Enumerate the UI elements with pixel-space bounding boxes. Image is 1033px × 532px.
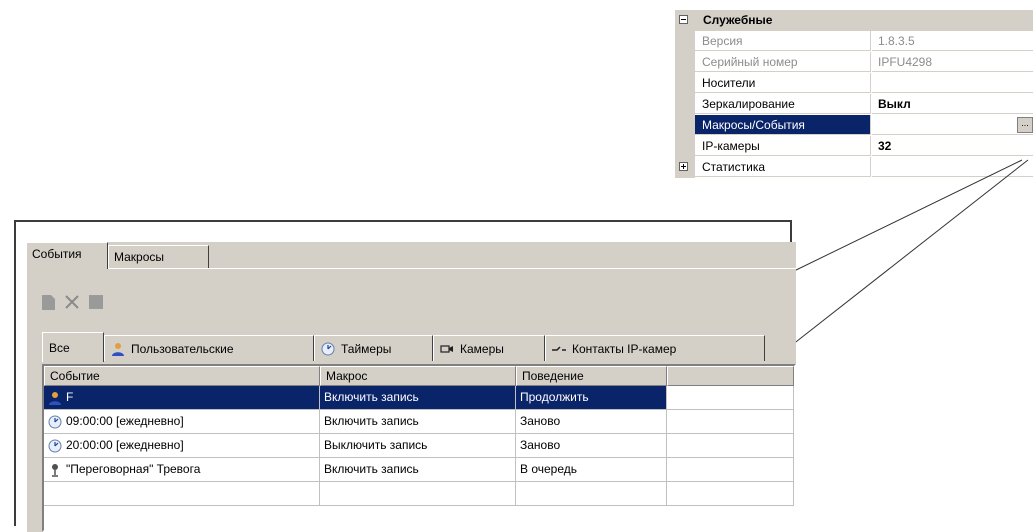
subtab-timers[interactable]: Таймеры xyxy=(314,335,433,361)
table-row[interactable]: "Переговорная" Тревога Включить запись В… xyxy=(44,458,794,482)
subtab-ip-contacts[interactable]: Контакты IP-камер xyxy=(545,335,765,361)
collapse-icon[interactable] xyxy=(679,15,688,24)
event-cell: 20:00:00 [ежедневно] xyxy=(66,438,184,452)
subtab-label: Таймеры xyxy=(341,341,392,356)
macro-cell: Выключить запись xyxy=(324,438,428,452)
property-value: IPFU4298 xyxy=(872,52,1033,72)
subtab-label: Контакты IP-камер xyxy=(572,341,677,356)
behavior-cell: Продолжить xyxy=(520,390,589,404)
clock-icon xyxy=(48,415,62,428)
property-row-serial[interactable]: Серийный номер IPFU4298 xyxy=(675,52,1033,73)
property-value: ... xyxy=(872,115,1033,135)
camera-icon xyxy=(440,344,453,353)
property-row-media[interactable]: Носители xyxy=(675,73,1033,94)
tab-events[interactable]: События xyxy=(26,242,108,269)
property-value: 1.8.3.5 xyxy=(872,31,1033,51)
category-service[interactable]: Служебные xyxy=(675,10,1033,31)
table-row-empty xyxy=(44,482,794,506)
delete-button[interactable] xyxy=(60,290,84,314)
subtab-label: Пользовательские xyxy=(131,341,234,356)
property-row-macros-events[interactable]: Макросы/События ... xyxy=(675,115,1033,136)
column-header-macro[interactable]: Макрос xyxy=(320,366,516,386)
event-cell: "Переговорная" Тревога xyxy=(66,462,201,476)
event-cell: 09:00:00 [ежедневно] xyxy=(66,414,184,428)
behavior-cell: Заново xyxy=(520,438,561,452)
property-name: IP-камеры xyxy=(695,136,871,156)
property-name: Зеркалирование xyxy=(695,94,871,114)
square-icon xyxy=(89,295,103,309)
subtab-all[interactable]: Все xyxy=(42,332,104,362)
property-name: Серийный номер xyxy=(695,52,871,72)
property-row-ip-cameras[interactable]: IP-камеры 32 xyxy=(675,136,1033,157)
property-name: Версия xyxy=(695,31,871,51)
ellipsis-button[interactable]: ... xyxy=(1017,117,1033,133)
new-button[interactable] xyxy=(36,290,60,314)
category-label: Служебные xyxy=(703,13,773,27)
delete-x-icon xyxy=(65,295,79,309)
microphone-icon xyxy=(52,463,58,477)
document-icon xyxy=(42,295,55,310)
table-row[interactable]: 20:00:00 [ежедневно] Выключить запись За… xyxy=(44,434,794,458)
property-value: Выкл xyxy=(872,94,1033,114)
contact-icon xyxy=(552,345,566,351)
macro-cell: Включить запись xyxy=(324,390,419,404)
table-row[interactable]: F Включить запись Продолжить xyxy=(44,386,794,410)
macro-cell: Включить запись xyxy=(324,414,419,428)
column-header-empty xyxy=(667,366,794,386)
clock-icon xyxy=(48,439,62,452)
clock-icon xyxy=(321,342,335,355)
property-row-version[interactable]: Версия 1.8.3.5 xyxy=(675,31,1033,52)
subtab-label: Камеры xyxy=(460,341,504,356)
user-icon xyxy=(49,391,61,405)
property-row-mirroring[interactable]: Зеркалирование Выкл xyxy=(675,94,1033,115)
tab-macros[interactable]: Макросы xyxy=(108,245,209,269)
stop-button[interactable] xyxy=(84,290,108,314)
events-table: Событие Макрос Поведение F Включить запи… xyxy=(42,364,796,532)
user-icon xyxy=(112,342,124,356)
expand-icon[interactable] xyxy=(679,162,688,171)
property-grid: Служебные Версия 1.8.3.5 Серийный номер … xyxy=(675,10,1033,215)
category-label: Статистика xyxy=(695,157,871,177)
events-macros-panel: События Макросы Все Пользовательские Тай… xyxy=(14,220,796,532)
column-header-event[interactable]: Событие xyxy=(44,366,320,386)
category-statistics[interactable]: Статистика xyxy=(675,157,1033,178)
column-header-behavior[interactable]: Поведение xyxy=(516,366,667,386)
subtab-cameras[interactable]: Камеры xyxy=(433,335,545,361)
table-row[interactable]: 09:00:00 [ежедневно] Включить запись Зан… xyxy=(44,410,794,434)
property-name: Макросы/События xyxy=(695,115,871,135)
property-value xyxy=(872,73,1033,93)
macro-cell: Включить запись xyxy=(324,462,419,476)
subtab-user[interactable]: Пользовательские xyxy=(104,335,314,361)
subtab-label: Все xyxy=(49,340,70,355)
behavior-cell: Заново xyxy=(520,414,561,428)
event-cell: F xyxy=(66,390,74,404)
property-value: 32 xyxy=(872,136,1033,156)
behavior-cell: В очередь xyxy=(520,462,578,476)
property-name: Носители xyxy=(695,73,871,93)
